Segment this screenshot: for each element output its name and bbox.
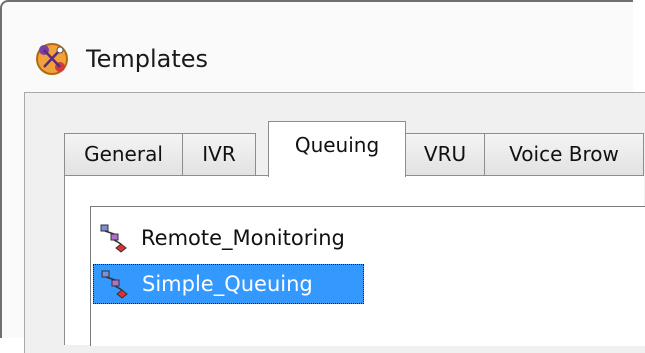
window-title: Templates <box>86 45 209 73</box>
templates-app-icon <box>36 43 68 75</box>
list-item-remote-monitoring[interactable]: Remote_Monitoring <box>93 218 355 258</box>
tab-ivr[interactable]: IVR <box>182 133 256 175</box>
tab-strip: General IVR Queuing VRU Voice Brow <box>64 121 644 177</box>
tab-queuing[interactable]: Queuing <box>268 121 406 177</box>
tab-voice-browser[interactable]: Voice Brow <box>484 133 644 175</box>
script-flow-icon <box>100 224 127 253</box>
tab-general[interactable]: General <box>64 133 183 175</box>
title-bar[interactable]: Templates <box>0 0 633 90</box>
list-item-label: Remote_Monitoring <box>141 226 345 250</box>
list-item-label: Simple_Queuing <box>142 272 313 296</box>
list-item-simple-queuing[interactable]: Simple_Queuing <box>93 264 364 304</box>
tab-vru[interactable]: VRU <box>405 133 485 175</box>
script-flow-icon <box>101 270 128 299</box>
